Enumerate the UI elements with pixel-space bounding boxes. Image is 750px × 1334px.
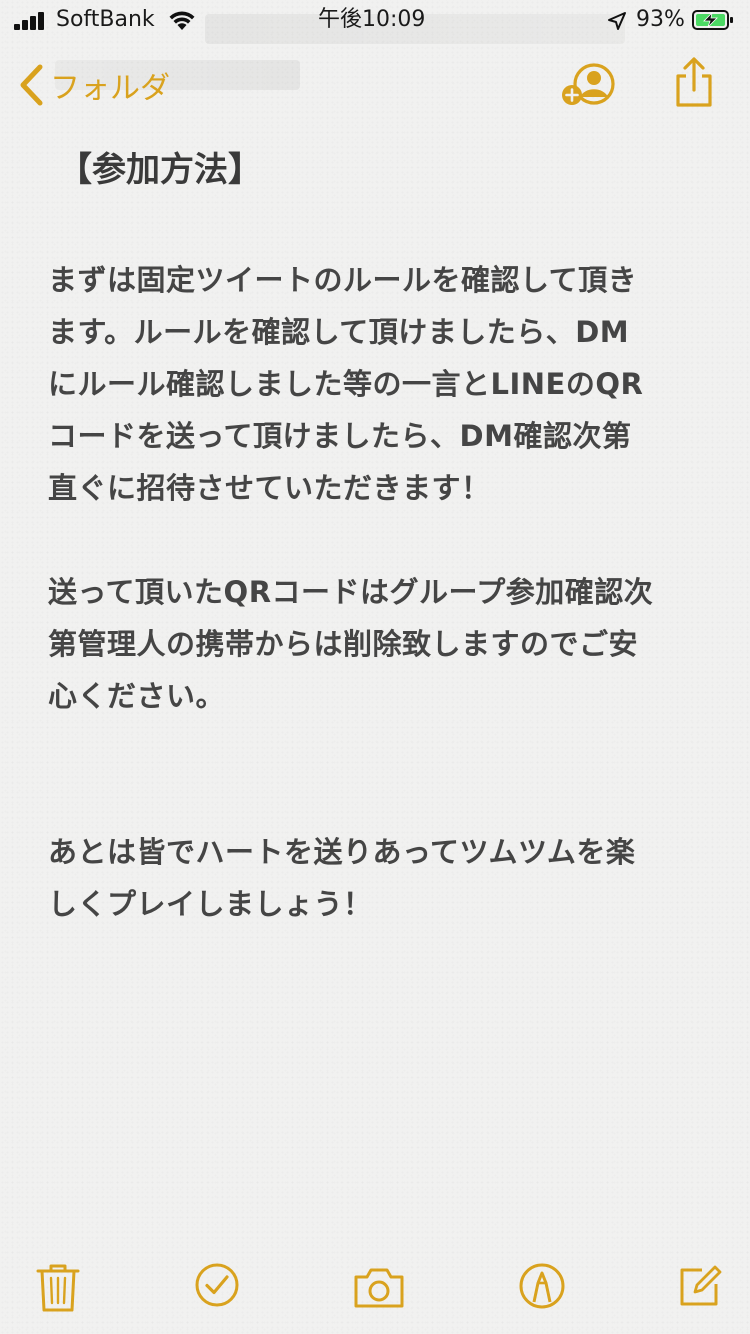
back-button-label: フォルダ: [50, 71, 170, 106]
note-title: 【参加方法】: [58, 150, 262, 190]
carrier-name: SoftBank: [56, 7, 155, 32]
note-body[interactable]: 【参加方法】 まずは固定ツイートのルールを確認して頂き ます。ルールを確認して頂…: [48, 142, 718, 930]
battery-percentage: 93%: [636, 7, 685, 32]
battery-charging-icon: [692, 10, 733, 30]
chevron-left-icon: [20, 64, 43, 106]
share-icon[interactable]: [672, 56, 716, 108]
trash-icon[interactable]: [36, 1262, 80, 1314]
wifi-icon: [169, 11, 195, 30]
pen-tip-circle-icon[interactable]: [518, 1262, 566, 1310]
back-button[interactable]: フォルダ: [18, 60, 170, 110]
compose-icon[interactable]: [676, 1262, 724, 1310]
faded-background-text: [205, 14, 625, 44]
cellular-signal-icon: [14, 12, 48, 30]
camera-icon[interactable]: [352, 1266, 406, 1310]
note-paragraph: 送って頂いたQRコードはグループ参加確認次 第管理人の携帯からは削除致しますので…: [48, 575, 654, 713]
note-paragraph: まずは固定ツイートのルールを確認して頂き ます。ルールを確認して頂けましたら、D…: [48, 263, 644, 505]
note-paragraph: あとは皆でハートを送りあってツムツムを楽 しくプレイしましょう！: [48, 835, 636, 921]
checkmark-circle-icon[interactable]: [194, 1262, 240, 1308]
add-person-icon[interactable]: [560, 62, 618, 108]
